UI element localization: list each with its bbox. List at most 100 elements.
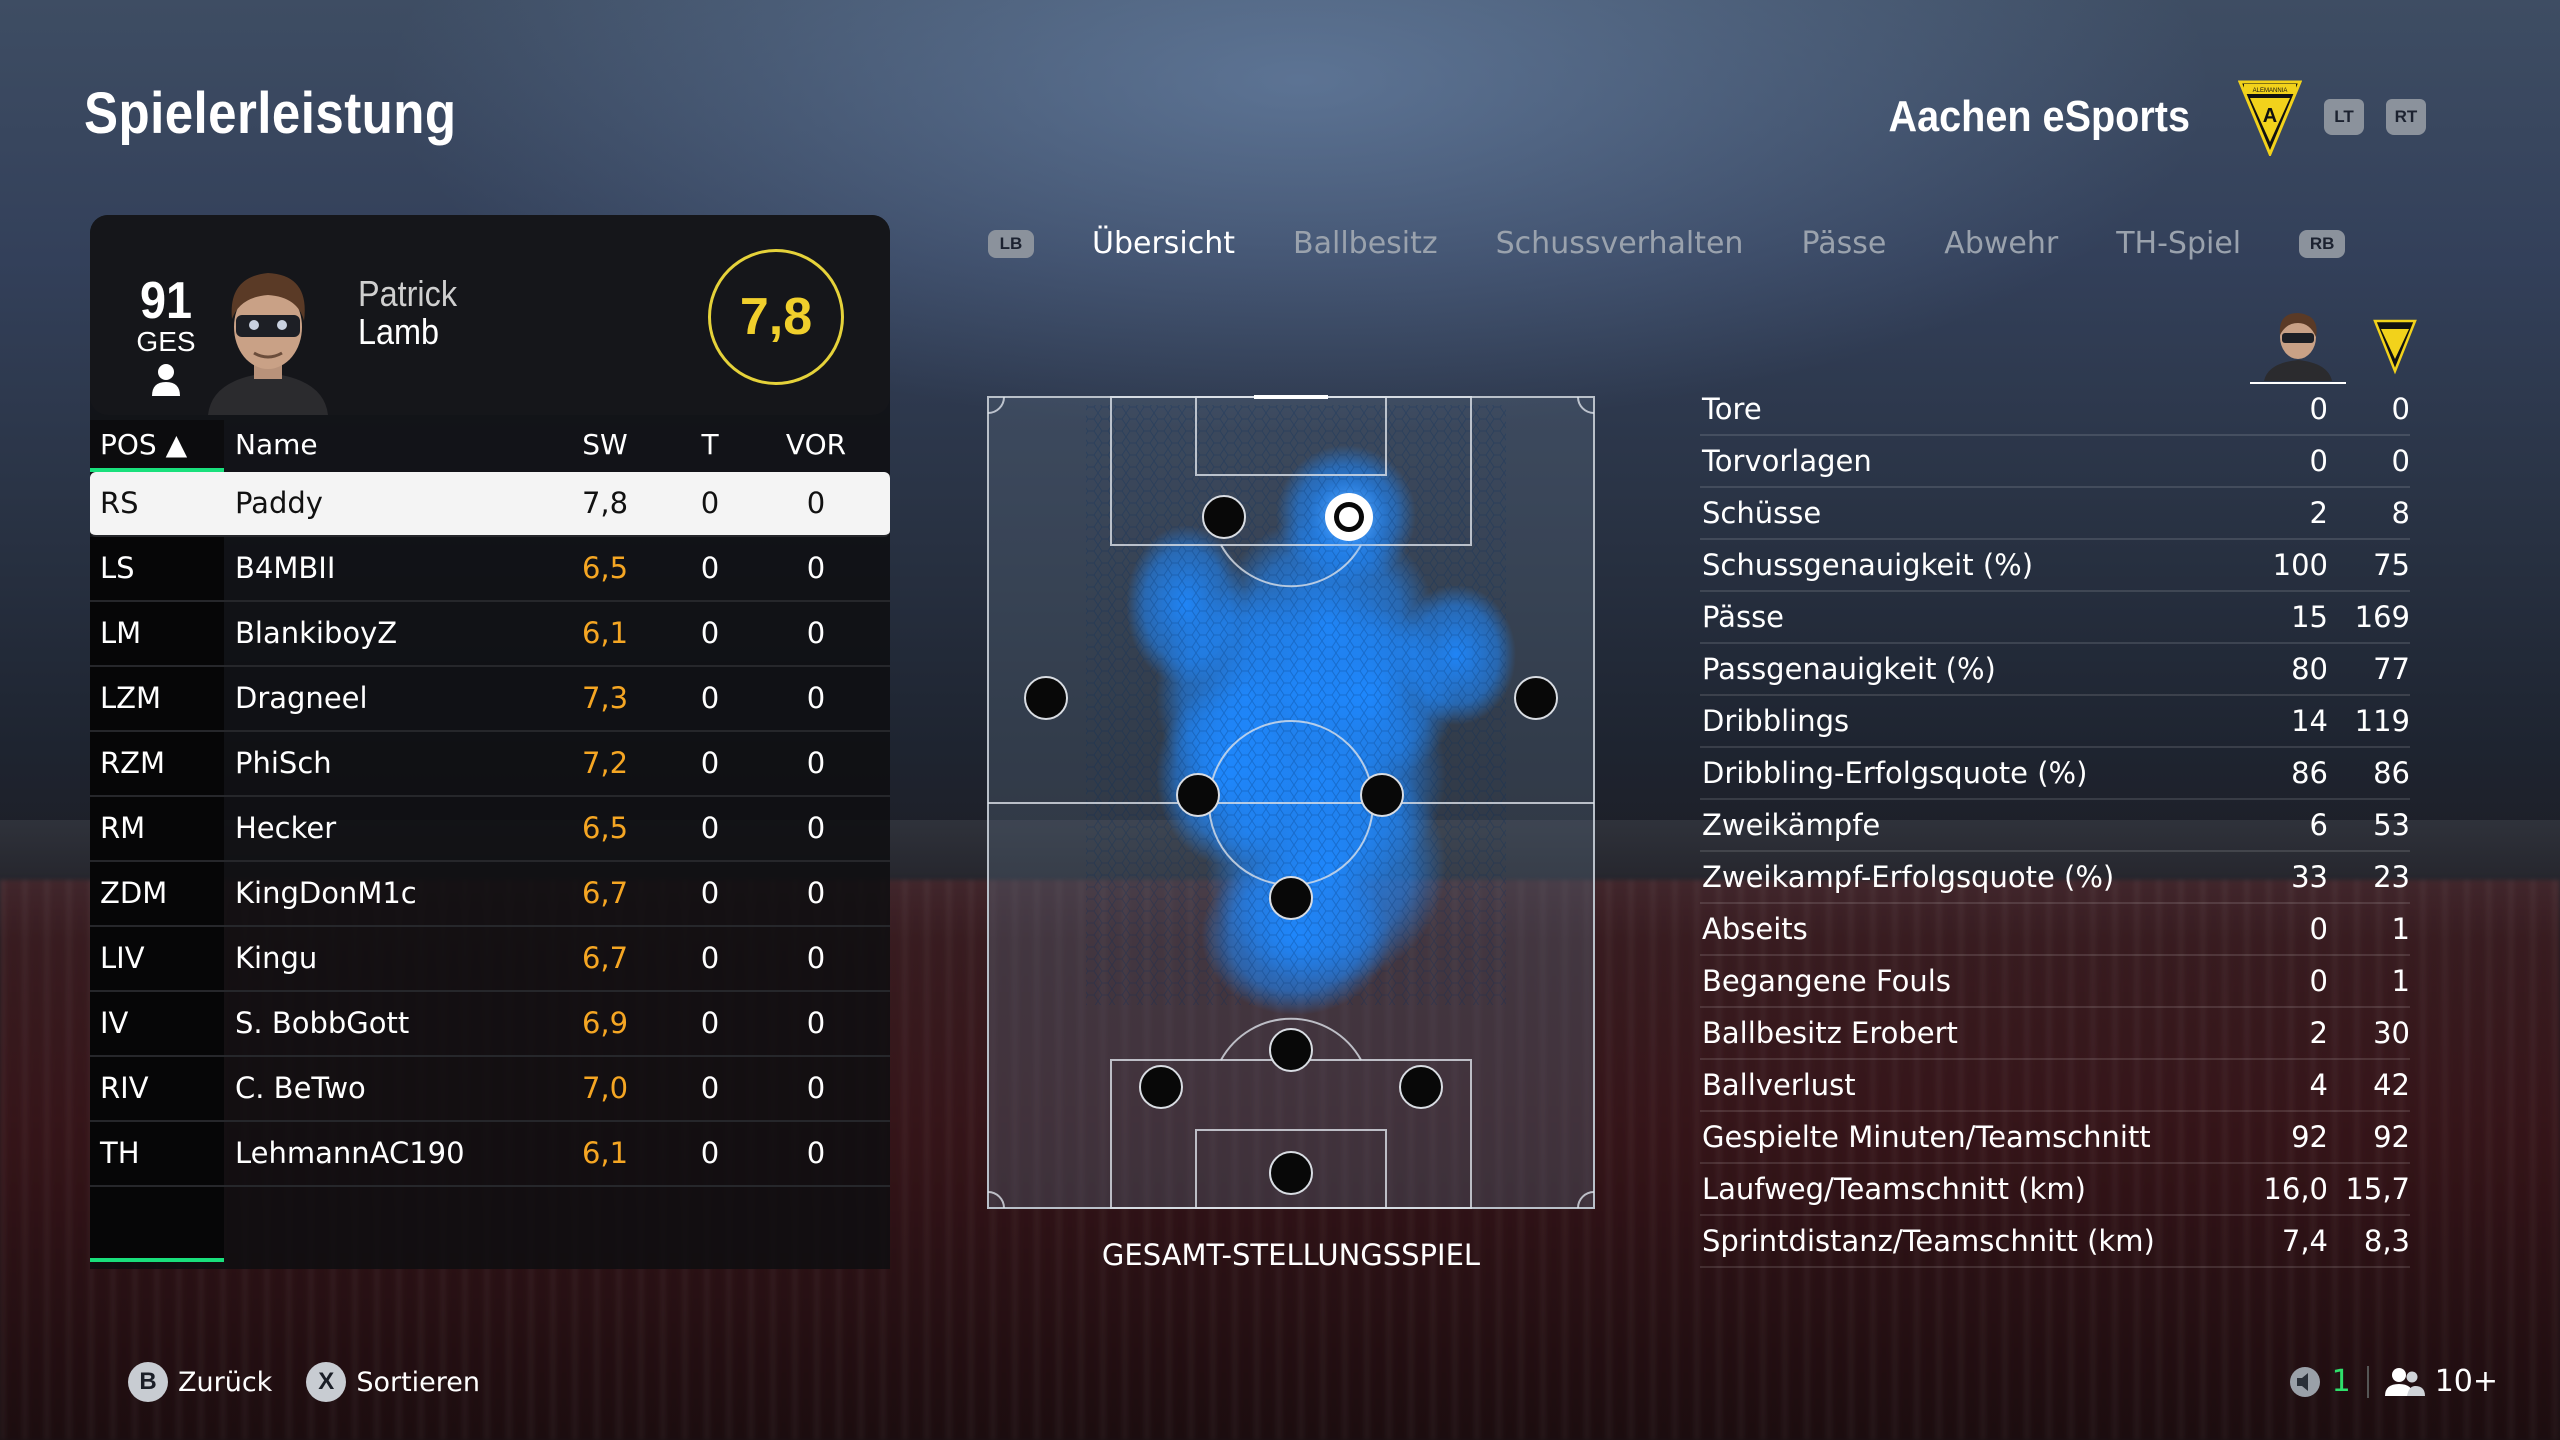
row-pos: RM — [100, 811, 146, 845]
stat-row: Dribblings 14 119 — [1700, 696, 2410, 748]
stat-player-value: 2 — [2309, 1016, 2328, 1050]
stat-row: Laufweg/Teamschnitt (km) 16,0 15,7 — [1700, 1164, 2410, 1216]
row-name: Paddy — [235, 486, 323, 520]
table-row[interactable]: RZM PhiSch 7,2 0 0 — [90, 732, 890, 797]
table-header: POS ▲ Name SW T VOR — [90, 420, 890, 472]
table-row[interactable]: RM Hecker 6,5 0 0 — [90, 797, 890, 862]
row-goals: 0 — [700, 551, 720, 585]
overall-value: 91 — [139, 272, 193, 330]
stat-player-value: 80 — [2291, 652, 2328, 686]
row-assists: 0 — [806, 941, 826, 975]
table-row[interactable]: LIV Kingu 6,7 0 0 — [90, 927, 890, 992]
stat-row: Zweikämpfe 6 53 — [1700, 800, 2410, 852]
header-name[interactable]: Name — [235, 428, 318, 461]
stat-team-value: 169 — [2354, 600, 2410, 634]
crest-letter: A — [2263, 105, 2277, 127]
crest-banner-text: ALEMANNIA — [2253, 88, 2288, 94]
stat-row: Dribbling-Erfolgsquote (%) 86 86 — [1700, 748, 2410, 800]
stat-team-value: 23 — [2373, 860, 2410, 894]
table-row[interactable]: ZDM KingDonM1c 6,7 0 0 — [90, 862, 890, 927]
team-header: Aachen eSports ALEMANNIA A LT RT — [1855, 78, 2426, 156]
stat-player-value: 7,4 — [2281, 1224, 2328, 1258]
player-portrait — [208, 273, 328, 415]
player-marker — [1202, 495, 1246, 539]
stat-team-value: 75 — [2373, 548, 2410, 582]
table-row[interactable]: LM BlankiboyZ 6,1 0 0 — [90, 602, 890, 667]
header-pos[interactable]: POS ▲ — [100, 428, 187, 461]
sort-label: Sortieren — [356, 1366, 481, 1398]
stat-player-value: 15 — [2291, 600, 2328, 634]
team-column-crest-icon — [2373, 319, 2417, 375]
stat-team-value: 86 — [2373, 756, 2410, 790]
back-label: Zurück — [178, 1366, 273, 1398]
row-assists: 0 — [806, 876, 826, 910]
table-row[interactable]: IV S. BobbGott 6,9 0 0 — [90, 992, 890, 1057]
table-row[interactable]: RIV C. BeTwo 7,0 0 0 — [90, 1057, 890, 1122]
tab--bersicht[interactable]: Übersicht — [1092, 226, 1235, 261]
header-t[interactable]: T — [690, 428, 730, 461]
player-marker — [1024, 676, 1068, 720]
lb-button[interactable]: LB — [988, 229, 1034, 258]
rt-button[interactable]: RT — [2386, 99, 2426, 135]
sort-action[interactable]: X Sortieren — [306, 1362, 480, 1402]
header-sw[interactable]: SW — [570, 428, 640, 461]
tab-abwehr[interactable]: Abwehr — [1944, 226, 2058, 261]
lt-button[interactable]: LT — [2324, 99, 2364, 135]
row-assists: 0 — [806, 616, 826, 650]
table-row[interactable]: RS Paddy 7,8 0 0 — [90, 472, 890, 537]
player-marker — [1269, 1028, 1313, 1072]
player-marker — [1139, 1065, 1183, 1109]
row-rating: 6,1 — [581, 1136, 629, 1170]
overall-label: GES — [136, 326, 196, 357]
tab-ballbesitz[interactable]: Ballbesitz — [1293, 226, 1438, 261]
row-assists: 0 — [806, 1006, 826, 1040]
row-rating: 7,0 — [581, 1071, 629, 1105]
row-name: BlankiboyZ — [235, 616, 398, 650]
tab-p-sse[interactable]: Pässe — [1801, 226, 1886, 261]
row-goals: 0 — [700, 941, 720, 975]
mute-icon — [2289, 1366, 2320, 1397]
table-row[interactable]: LS B4MBII 6,5 0 0 — [90, 537, 890, 602]
stat-label: Ballbesitz Erobert — [1702, 1016, 1958, 1050]
stat-team-value: 15,7 — [2345, 1172, 2410, 1206]
row-rating: 7,2 — [581, 746, 629, 780]
selected-player-core — [1339, 507, 1359, 527]
row-rating: 6,1 — [581, 616, 629, 650]
tab-schussverhalten[interactable]: Schussverhalten — [1496, 226, 1744, 261]
row-goals: 0 — [700, 681, 720, 715]
pos-column-end — [90, 1187, 224, 1262]
row-pos: ZDM — [100, 876, 168, 910]
table-row[interactable]: TH LehmannAC190 6,1 0 0 — [90, 1122, 890, 1187]
back-action[interactable]: B Zurück — [128, 1362, 272, 1402]
row-name: Dragneel — [235, 681, 368, 715]
row-assists: 0 — [806, 486, 826, 520]
stat-player-value: 86 — [2291, 756, 2328, 790]
stat-row: Schussgenauigkeit (%) 100 75 — [1700, 540, 2410, 592]
stat-label: Tore — [1702, 392, 1762, 426]
table-row[interactable]: LZM Dragneel 7,3 0 0 — [90, 667, 890, 732]
header-vor[interactable]: VOR — [776, 428, 856, 461]
stat-team-value: 8,3 — [2363, 1224, 2410, 1258]
stat-player-value: 92 — [2291, 1120, 2328, 1154]
row-assists: 0 — [806, 1071, 826, 1105]
players-icon — [2384, 1367, 2425, 1396]
row-name: LehmannAC190 — [235, 1136, 465, 1170]
stat-player-value: 33 — [2291, 860, 2328, 894]
rb-button[interactable]: RB — [2299, 229, 2346, 258]
stat-label: Zweikampf-Erfolgsquote (%) — [1702, 860, 2115, 894]
row-pos: LS — [100, 551, 135, 585]
stat-tabs: LB Übersicht Ballbesitz Schussverhalten Päs… — [988, 226, 2346, 261]
stat-team-value: 0 — [2391, 444, 2410, 478]
row-rating: 6,9 — [581, 1006, 629, 1040]
stat-team-value: 42 — [2373, 1068, 2410, 1102]
player-marker — [1269, 1151, 1313, 1195]
stat-row: Ballbesitz Erobert 2 30 — [1700, 1008, 2410, 1060]
row-name: Hecker — [235, 811, 337, 845]
footer-controls: B Zurück X Sortieren — [128, 1362, 494, 1402]
stat-row: Passgenauigkeit (%) 80 77 — [1700, 644, 2410, 696]
row-goals: 0 — [700, 1006, 720, 1040]
tab-th-spiel[interactable]: TH-Spiel — [2116, 226, 2241, 261]
row-goals: 0 — [700, 1136, 720, 1170]
player-marker — [1514, 676, 1558, 720]
stat-row: Gespielte Minuten/Teamschnitt 92 92 — [1700, 1112, 2410, 1164]
